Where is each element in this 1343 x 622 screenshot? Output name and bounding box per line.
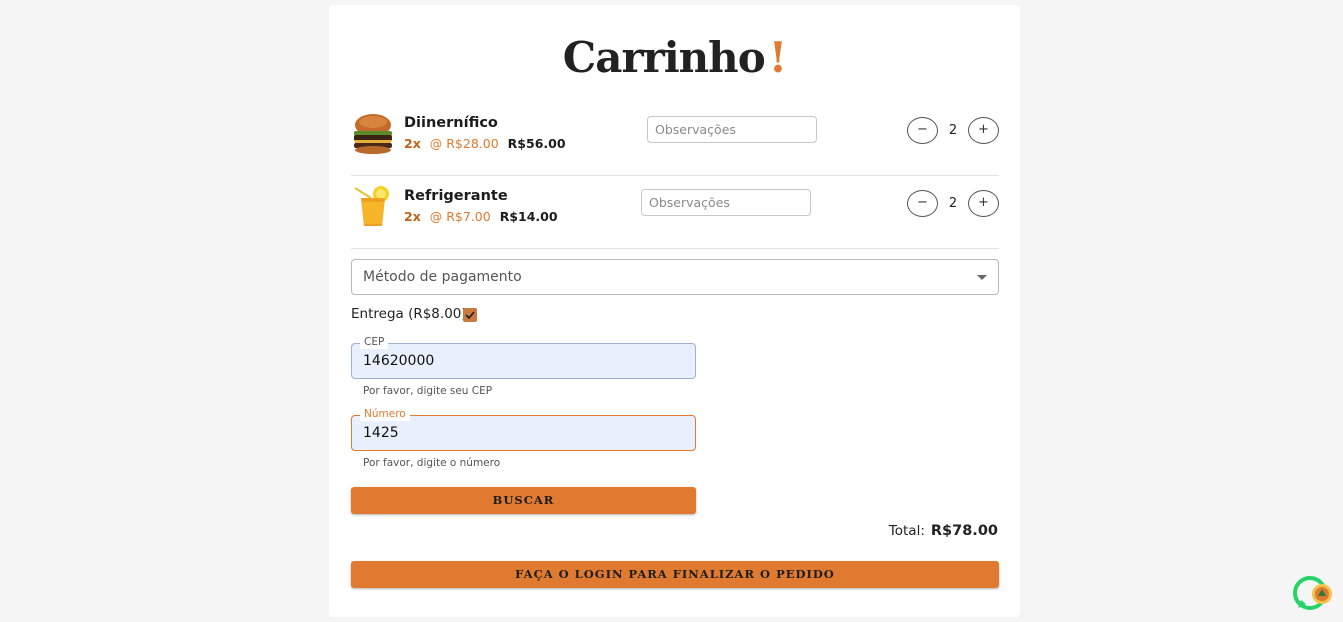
cep-label: CEP — [360, 336, 389, 349]
cart-card: Carrinho! Diinernífico 2x @ R$28.00 R$56.0… — [329, 5, 1020, 617]
total-label: Total: — [888, 523, 925, 539]
number-field[interactable]: Número 1425 — [351, 408, 696, 451]
payment-method-label: Método de pagamento — [363, 269, 522, 285]
item-quantity: 2x — [404, 136, 421, 151]
quantity-stepper: − 2 + — [907, 190, 999, 217]
item-subtotal: R$14.00 — [499, 209, 558, 224]
item-price-line: 2x @ R$28.00 R$56.00 — [404, 136, 566, 151]
juice-icon — [354, 186, 389, 226]
number-value: 1425 — [363, 425, 399, 441]
decrease-button[interactable]: − — [907, 190, 938, 217]
item-name: Refrigerante — [404, 188, 508, 204]
page-title: Carrinho! — [562, 33, 787, 82]
whatsapp-icon[interactable] — [1292, 574, 1332, 614]
number-label: Número — [360, 408, 410, 421]
total-value: R$78.00 — [930, 523, 998, 539]
item-unit-price: @ R$7.00 — [429, 209, 491, 224]
quantity-count: 2 — [948, 123, 958, 138]
increase-button[interactable]: + — [968, 117, 999, 144]
number-helper: Por favor, digite o número — [363, 457, 501, 469]
observations-input[interactable] — [641, 189, 811, 216]
item-unit-price: @ R$28.00 — [429, 136, 499, 151]
payment-method-select[interactable]: Método de pagamento — [351, 259, 999, 295]
search-button[interactable]: BUSCAR — [351, 487, 696, 514]
item-subtotal: R$56.00 — [507, 136, 566, 151]
delivery-checkbox[interactable] — [463, 308, 477, 322]
delivery-label: Entrega (R$8.00) — [351, 306, 467, 322]
cep-value: 14620000 — [363, 353, 435, 369]
cart-item: Refrigerante 2x @ R$7.00 R$14.00 − 2 + — [351, 176, 999, 249]
total: Total: R$78.00 — [889, 523, 998, 539]
cart-item: Diinernífico 2x @ R$28.00 R$56.00 − 2 + — [351, 103, 999, 176]
cep-field[interactable]: CEP 14620000 — [351, 336, 696, 379]
increase-button[interactable]: + — [968, 190, 999, 217]
check-icon — [465, 311, 475, 320]
burger-icon — [354, 114, 392, 154]
observations-input[interactable] — [647, 116, 817, 143]
quantity-count: 2 — [948, 196, 958, 211]
login-to-finalize-button[interactable]: FAÇA O LOGIN PARA FINALIZAR O PEDIDO — [351, 561, 999, 588]
chevron-down-icon — [977, 275, 987, 280]
quantity-stepper: − 2 + — [907, 117, 999, 144]
item-name: Diinernífico — [404, 115, 498, 131]
cep-helper: Por favor, digite seu CEP — [363, 385, 493, 397]
decrease-button[interactable]: − — [907, 117, 938, 144]
item-quantity: 2x — [404, 209, 421, 224]
item-price-line: 2x @ R$7.00 R$14.00 — [404, 209, 558, 224]
